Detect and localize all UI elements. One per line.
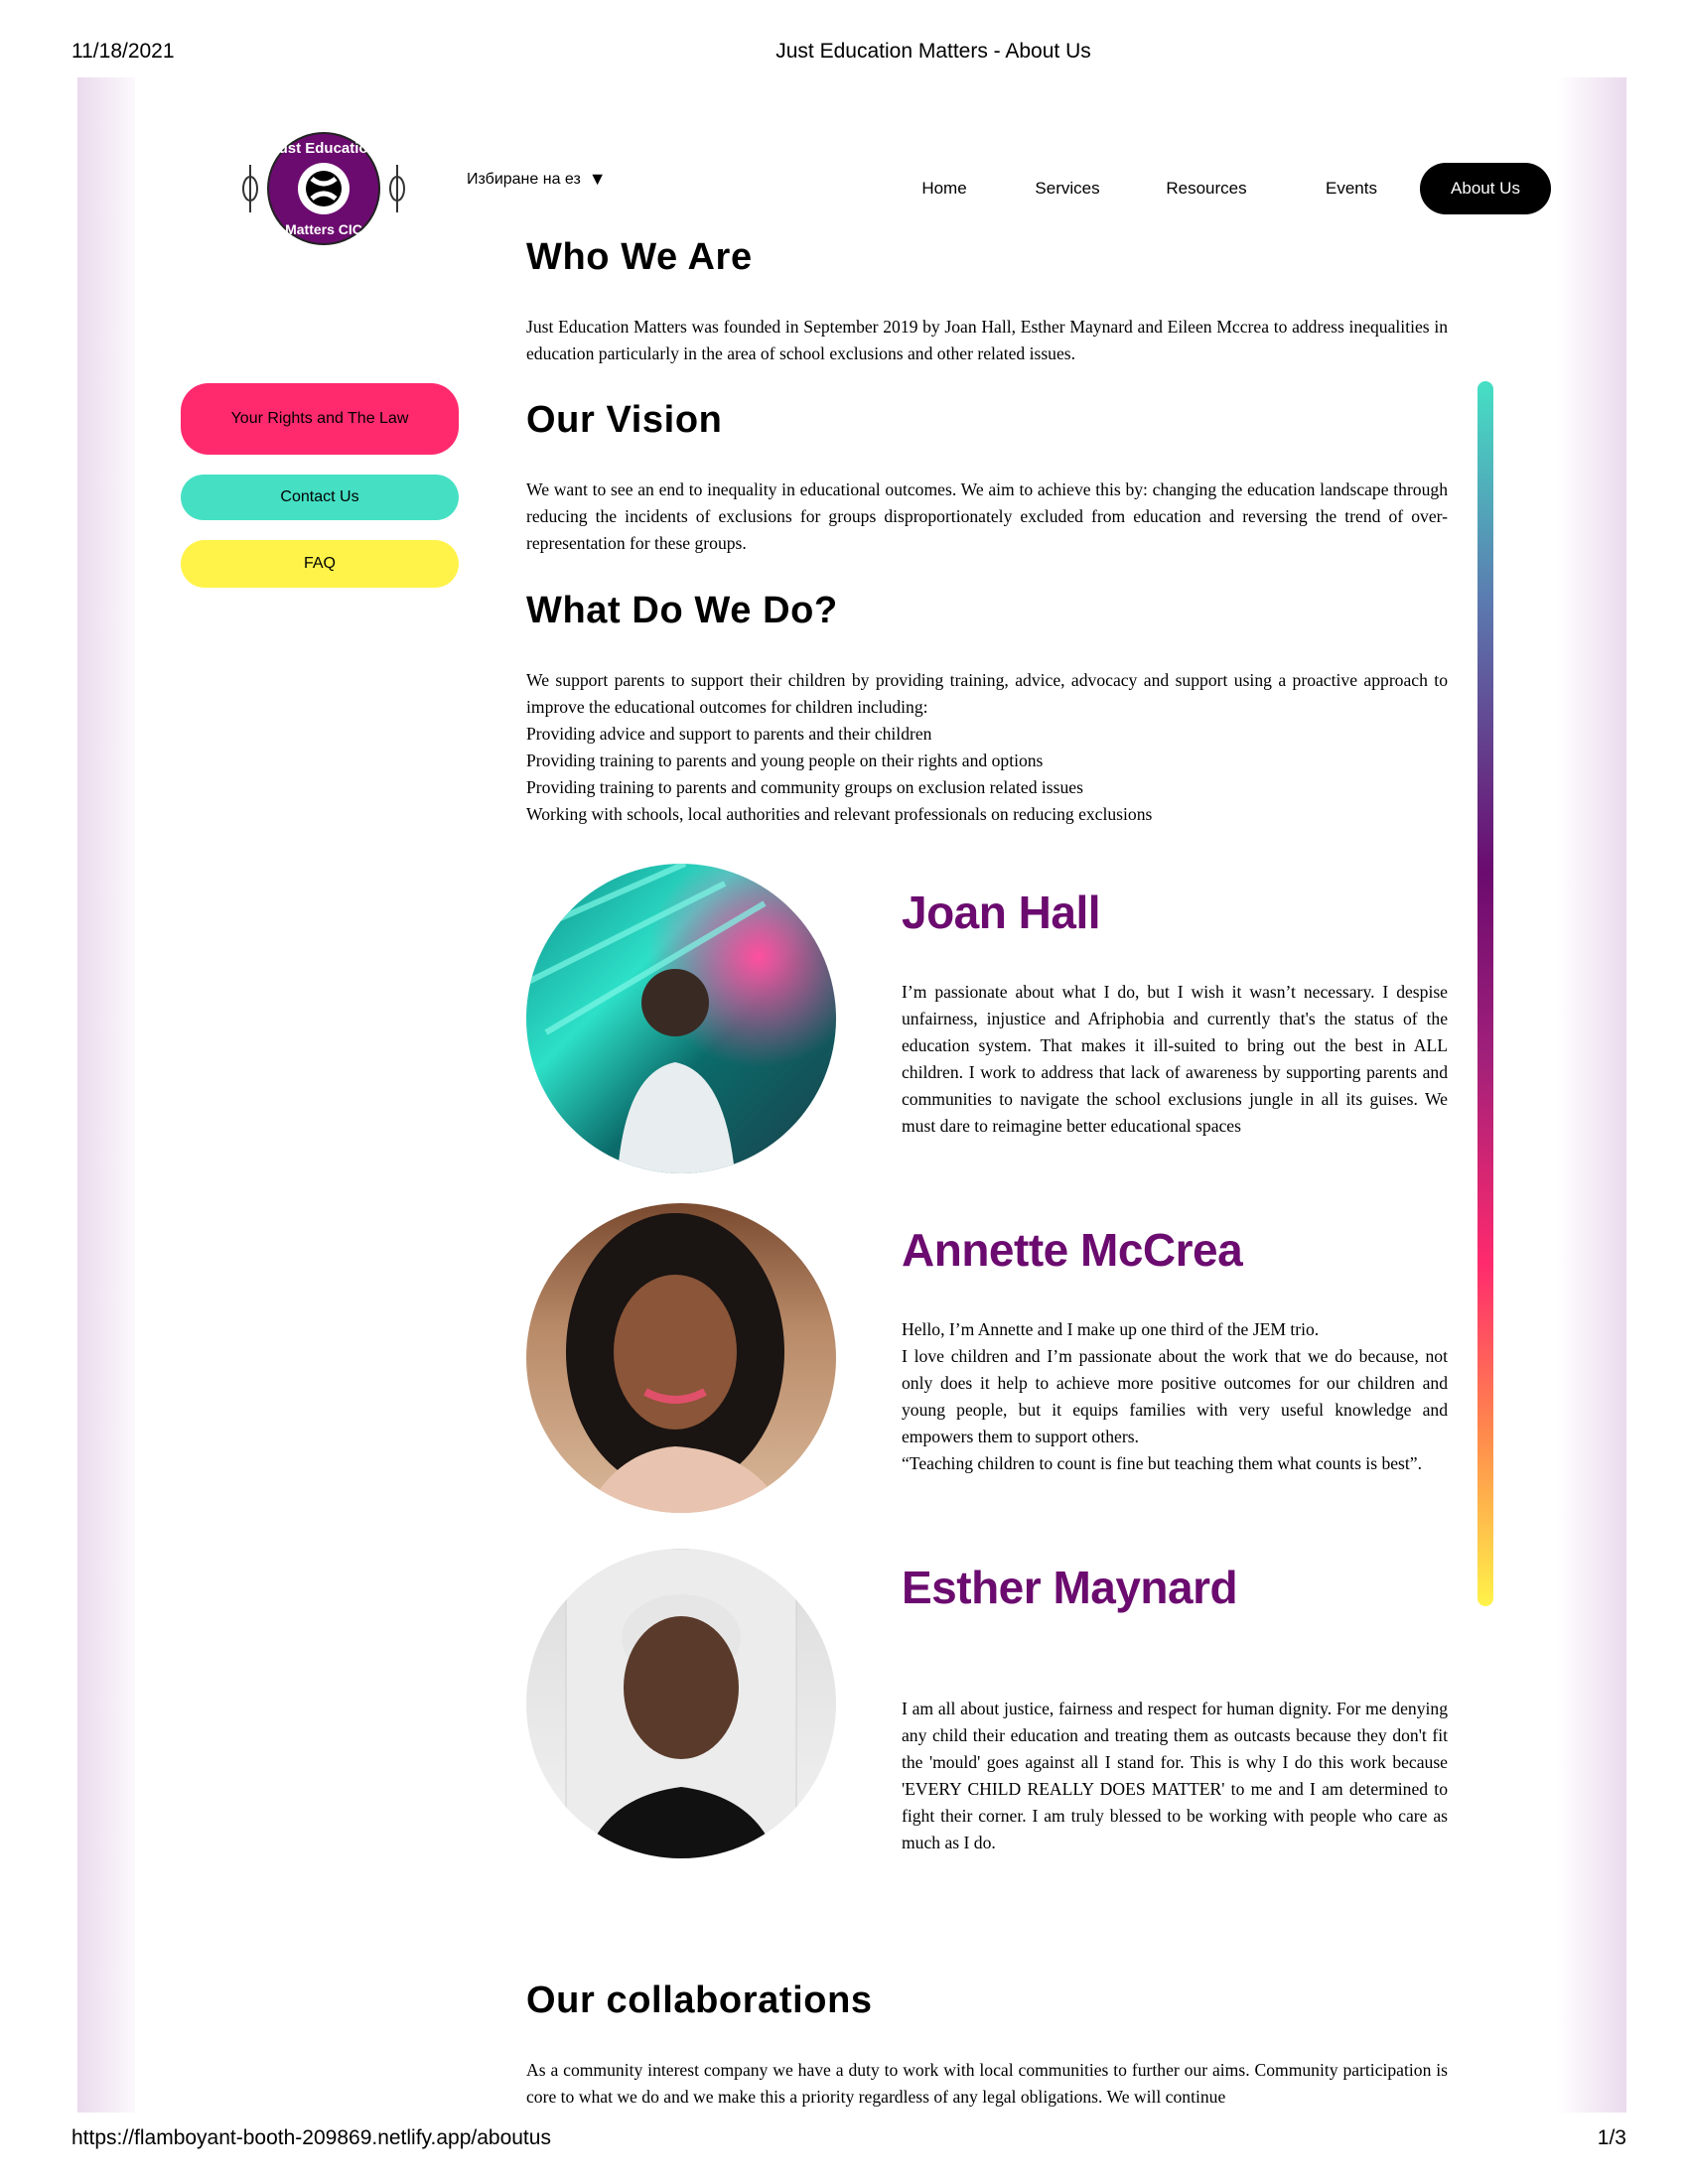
annette-mccrea-photo xyxy=(526,1203,836,1513)
our-collaborations-heading: Our collaborations xyxy=(526,1979,873,2021)
scrollbar[interactable] xyxy=(1477,381,1493,1606)
nav-services[interactable]: Services xyxy=(1023,163,1112,214)
site-logo[interactable]: Just Education Matters CIC xyxy=(238,129,409,248)
bio-paragraph: I love children and I’m passionate about… xyxy=(902,1346,1448,1446)
bio-paragraph: I am all about justice, fairness and res… xyxy=(902,1699,1448,1852)
what-we-do-text: We support parents to support their chil… xyxy=(526,667,1448,828)
esther-maynard-photo xyxy=(526,1549,836,1858)
bio-paragraph: Hello, I’m Annette and I make up one thi… xyxy=(902,1319,1320,1339)
list-item: Providing training to parents and commun… xyxy=(526,777,1083,797)
who-we-are-heading: Who We Are xyxy=(526,236,753,278)
our-vision-heading: Our Vision xyxy=(526,399,723,441)
our-collaborations-text: As a community interest company we have … xyxy=(526,2060,1448,2107)
list-item: Working with schools, local authorities … xyxy=(526,804,1153,824)
nav-resources[interactable]: Resources xyxy=(1152,163,1261,214)
logo-text-top: Just Education xyxy=(270,140,377,157)
print-title: Just Education Matters - About Us xyxy=(775,40,1091,63)
member-bio-annette-mccrea: Hello, I’m Annette and I make up one thi… xyxy=(902,1316,1448,1477)
sidebar-faq-button[interactable]: FAQ xyxy=(181,540,459,588)
sidebar-contact-button[interactable]: Contact Us xyxy=(181,475,459,520)
print-page-number: 1/3 xyxy=(1597,2126,1626,2149)
person-photo-icon xyxy=(565,1549,797,1858)
print-url: https://flamboyant-booth-209869.netlify.… xyxy=(71,2126,551,2149)
chevron-down-icon: ▼ xyxy=(588,169,607,189)
bio-paragraph: “Teaching children to count is fine but … xyxy=(902,1453,1422,1473)
nav-events[interactable]: Events xyxy=(1307,163,1396,214)
member-bio-esther-maynard: I am all about justice, fairness and res… xyxy=(902,1696,1448,1856)
logo-emblem-icon: Just Education Matters CIC xyxy=(242,132,405,245)
member-bio-joan-hall: I’m passionate about what I do, but I wi… xyxy=(902,979,1448,1140)
what-we-do-heading: What Do We Do? xyxy=(526,590,838,631)
who-we-are-text: Just Education Matters was founded in Se… xyxy=(526,317,1448,363)
list-item: Providing training to parents and young … xyxy=(526,751,1044,770)
nav-about-us[interactable]: About Us xyxy=(1420,163,1551,214)
member-name-annette-mccrea: Annette McCrea xyxy=(902,1224,1243,1276)
sidebar-rights-button[interactable]: Your Rights and The Law xyxy=(181,383,459,455)
bio-paragraph: I’m passionate about what I do, but I wi… xyxy=(902,982,1448,1136)
page-content: Just Education Matters CIC Избиране на е… xyxy=(135,77,1551,2113)
language-label: Избиране на ез xyxy=(467,170,581,188)
person-photo-icon xyxy=(526,864,767,1173)
joan-hall-photo xyxy=(526,864,836,1173)
language-selector[interactable]: Избиране на ез ▼ xyxy=(467,169,607,190)
member-name-esther-maynard: Esther Maynard xyxy=(902,1562,1238,1613)
logo-text-bottom: Matters CIC xyxy=(285,221,362,237)
what-we-do-intro: We support parents to support their chil… xyxy=(526,670,1448,717)
nav-home[interactable]: Home xyxy=(900,163,989,214)
our-vision-text: We want to see an end to inequality in e… xyxy=(526,479,1448,553)
member-name-joan-hall: Joan Hall xyxy=(902,887,1101,938)
person-photo-icon xyxy=(566,1213,784,1513)
list-item: Providing advice and support to parents … xyxy=(526,724,932,744)
